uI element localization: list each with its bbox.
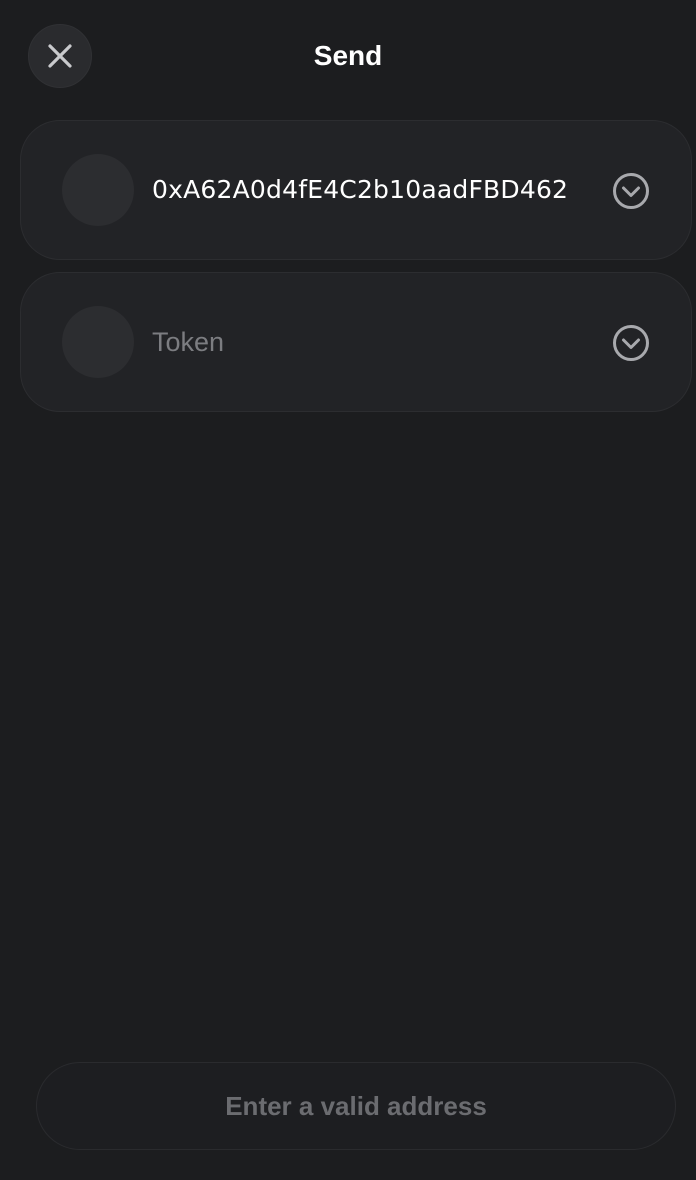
chevron-down-icon[interactable] (612, 324, 650, 362)
recipient-selector[interactable]: 0xA62A0d4fE4C2b10aadFBD462 (20, 120, 692, 260)
recipient-avatar (62, 154, 134, 226)
token-placeholder: Token (152, 327, 225, 357)
token-selector[interactable]: Token (20, 272, 692, 412)
submit-button[interactable]: Enter a valid address (36, 1062, 676, 1150)
recipient-address: 0xA62A0d4fE4C2b10aadFBD462 (152, 175, 569, 204)
page-title: Send (313, 40, 383, 71)
chevron-down-icon[interactable] (612, 172, 650, 210)
token-avatar (62, 306, 134, 378)
send-screen: Send 0xA62A0d4fE4C2b10aadFBD462 Token En… (0, 0, 696, 1180)
